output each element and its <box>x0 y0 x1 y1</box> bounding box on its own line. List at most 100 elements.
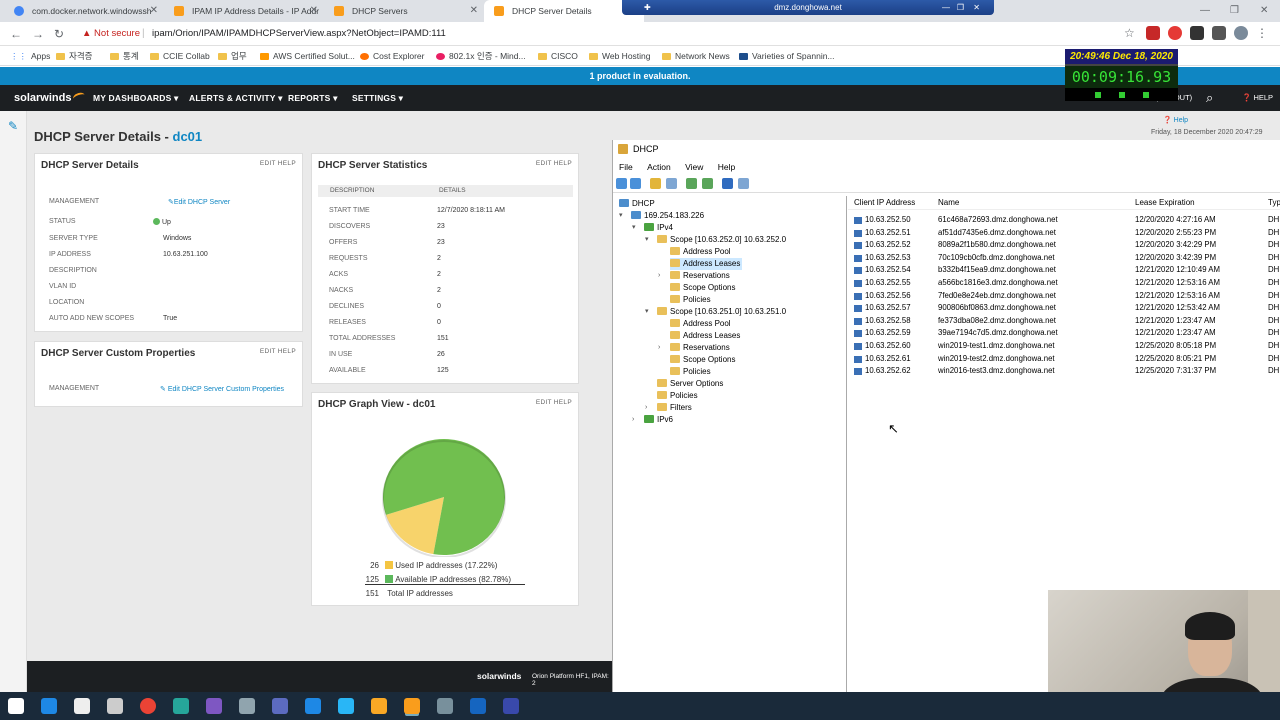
close-icon[interactable]: ✕ <box>470 0 478 22</box>
column-type[interactable]: Typ <box>1268 196 1280 210</box>
tree-node[interactable]: Address Leases <box>670 258 743 270</box>
notepad-icon[interactable] <box>107 698 123 714</box>
ie-icon[interactable] <box>41 698 57 714</box>
edit-dhcp-server-link[interactable]: ✎Edit DHCP Server <box>168 198 230 206</box>
rdp-close-icon[interactable]: ✕ <box>973 0 980 15</box>
table-row[interactable]: 10.63.252.57 900806bf0863.dmz.donghowa.ne… <box>848 302 1280 315</box>
search-icon[interactable]: ⌕ <box>1206 85 1213 111</box>
menu-settings[interactable]: SETTINGS ▾ <box>352 85 403 111</box>
rdp-connection-bar[interactable]: ✚ dmz.donghowa.net — ❐ ✕ <box>622 0 994 15</box>
collapsed-arrow-icon[interactable]: › <box>645 402 647 414</box>
star-icon[interactable]: ☆ <box>1124 26 1138 40</box>
close-icon[interactable]: ✕ <box>310 0 318 22</box>
minimize-icon[interactable]: — <box>1200 0 1210 22</box>
folder-icon[interactable] <box>371 698 387 714</box>
column-client-ip[interactable]: Client IP Address <box>854 196 915 210</box>
table-row[interactable]: 10.63.252.58 fe373dba08e2.dmz.donghowa.ne… <box>848 315 1280 328</box>
table-row[interactable]: 10.63.252.61 win2019-test2.dmz.donghowa.n… <box>848 353 1280 366</box>
tree-node[interactable]: Scope Options <box>670 282 735 294</box>
app-icon[interactable] <box>173 698 189 714</box>
browser-tab-2[interactable]: DHCP Servers ✕ <box>324 0 484 22</box>
table-row[interactable]: 10.63.252.59 39ae7194c7d5.dmz.donghowa.ne… <box>848 327 1280 340</box>
server-manager-icon[interactable] <box>338 698 354 714</box>
tree-node[interactable]: Address Pool <box>670 318 731 330</box>
table-row[interactable]: 10.63.252.55 a566bc1816e3.dmz.donghowa.ne… <box>848 277 1280 290</box>
windows-start-icon[interactable] <box>8 698 24 714</box>
url-input[interactable]: ipam/Orion/IPAM/IPAMDHCPServerView.aspx?… <box>152 22 446 46</box>
solarwinds-logo[interactable]: solarwinds <box>14 85 87 111</box>
browser-tab-0[interactable]: com.docker.network.windowssh ✕ <box>4 0 164 22</box>
table-row[interactable]: 10.63.252.62 win2016-test3.dmz.donghowa.n… <box>848 365 1280 378</box>
not-secure-indicator[interactable]: ▲ Not secure <box>82 22 140 46</box>
tree-node[interactable]: › Reservations <box>658 270 730 282</box>
next-icon[interactable] <box>1142 92 1149 98</box>
explorer-icon[interactable] <box>74 698 90 714</box>
tree-node[interactable]: Policies <box>670 366 711 378</box>
bookmark-item[interactable]: CCIE Collab <box>150 46 210 66</box>
puzzle-icon[interactable] <box>1212 26 1226 40</box>
rdp-restore-icon[interactable]: ❐ <box>957 0 964 15</box>
expanded-arrow-icon[interactable]: ▾ <box>645 306 649 318</box>
help-menu[interactable]: ❓ HELP <box>1242 85 1273 111</box>
table-row[interactable]: 10.63.252.56 7fed0e8e24eb.dmz.donghowa.ne… <box>848 290 1280 303</box>
table-row[interactable]: 10.63.252.51 af51dd7435e6.dmz.donghowa.ne… <box>848 227 1280 240</box>
bookmark-item[interactable]: Web Hosting <box>589 46 651 66</box>
help-link[interactable]: ❓ Help <box>1163 116 1188 124</box>
bookmark-item[interactable]: 업무 <box>218 46 247 66</box>
expanded-arrow-icon[interactable]: ▾ <box>645 234 649 246</box>
legend-used[interactable]: 26 Used IP addresses (17.22%) <box>369 561 497 570</box>
avatar[interactable] <box>1234 26 1248 40</box>
ipam-icon[interactable] <box>206 698 222 714</box>
tree-node[interactable]: Policies <box>670 294 711 306</box>
menu-help[interactable]: Help <box>718 162 735 172</box>
refresh-icon[interactable] <box>686 178 697 189</box>
more-icon[interactable]: ⋮ <box>1256 26 1270 40</box>
azure-icon[interactable] <box>470 698 486 714</box>
show-hide-tree-icon[interactable] <box>666 178 677 189</box>
tree-node[interactable]: Policies <box>657 390 698 402</box>
network-icon[interactable] <box>437 698 453 714</box>
bookmark-item[interactable]: 자격증 <box>56 46 92 66</box>
rdp-minimize-icon[interactable]: — <box>942 0 950 15</box>
tree-node[interactable]: DHCP <box>619 198 655 210</box>
close-icon[interactable]: ✕ <box>150 0 158 22</box>
reload-icon[interactable]: ↻ <box>54 22 64 46</box>
tree-node[interactable]: ▾ Scope [10.63.252.0] 10.63.252.0 <box>645 234 786 246</box>
bookmark-apps[interactable]: ⋮⋮ Apps <box>10 46 50 66</box>
play-icon[interactable] <box>1118 92 1125 98</box>
edit-help-links[interactable]: EDIT HELP <box>260 348 296 355</box>
tree-node[interactable]: › Reservations <box>658 342 730 354</box>
tree-node[interactable]: › Filters <box>645 402 692 414</box>
pause-icon[interactable] <box>1094 92 1101 98</box>
forward-arrow-icon[interactable] <box>630 178 641 189</box>
extension-icon[interactable] <box>1146 26 1160 40</box>
legend-available[interactable]: 125 Available IP addresses (82.78%) <box>365 575 526 585</box>
table-row[interactable]: 10.63.252.53 70c109cb0cfb.dmz.donghowa.ne… <box>848 252 1280 265</box>
edit-help-links[interactable]: EDIT HELP <box>536 399 572 406</box>
column-name[interactable]: Name <box>938 196 959 210</box>
bookmark-item[interactable]: AWS Certified Solut... <box>260 46 355 66</box>
extension-icon[interactable] <box>1168 26 1182 40</box>
tool-icon[interactable] <box>239 698 255 714</box>
menu-file[interactable]: File <box>619 162 633 172</box>
tree-node[interactable]: ▾ 169.254.183.226 <box>619 210 704 222</box>
menu-reports[interactable]: REPORTS ▾ <box>288 85 338 111</box>
up-folder-icon[interactable] <box>650 178 661 189</box>
properties-icon[interactable] <box>738 178 749 189</box>
bookmark-item[interactable]: Network News <box>662 46 730 66</box>
tree-node[interactable]: Scope Options <box>670 354 735 366</box>
browser-tab-1[interactable]: IPAM IP Address Details - IP Addr ✕ <box>164 0 324 22</box>
forward-icon[interactable]: → <box>32 22 44 46</box>
pin-icon[interactable]: ✚ <box>644 0 651 15</box>
menu-view[interactable]: View <box>685 162 703 172</box>
solarwinds-icon[interactable] <box>404 698 420 714</box>
tree-node[interactable]: ▾ IPv4 <box>632 222 673 234</box>
back-arrow-icon[interactable] <box>616 178 627 189</box>
extension-icon[interactable] <box>1190 26 1204 40</box>
table-row[interactable]: 10.63.252.52 8089a2f1b580.dmz.donghowa.ne… <box>848 239 1280 252</box>
tree-node[interactable]: › IPv6 <box>632 414 673 426</box>
powershell-icon[interactable] <box>503 698 519 714</box>
edit-help-links[interactable]: EDIT HELP <box>260 160 296 167</box>
expanded-arrow-icon[interactable]: ▾ <box>632 222 636 234</box>
expanded-arrow-icon[interactable]: ▾ <box>619 210 623 222</box>
